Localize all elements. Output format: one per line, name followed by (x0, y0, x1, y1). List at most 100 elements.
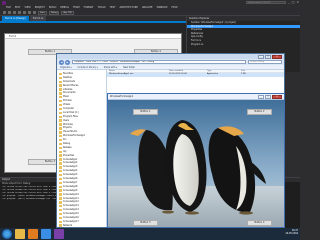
folder-icon (59, 131, 62, 134)
folder-icon (59, 150, 62, 153)
folder-icon (59, 99, 62, 103)
new-project-icon[interactable] (13, 11, 16, 14)
running-app-window: WindowsFormsApp1 _ □ × Button 1 Button 2… (107, 93, 285, 228)
menu-analyze[interactable]: ANALYZE (142, 6, 153, 9)
explorer-nav: ◀ ▶ (59, 59, 70, 65)
folder-icon (59, 107, 62, 111)
folder-icon (59, 170, 62, 173)
file-type: Application (207, 73, 219, 75)
app-button-4[interactable]: Button 4 (247, 220, 272, 226)
address-path[interactable]: Computer › Local Disk (C:) › Users › Pro… (72, 60, 246, 64)
file-row[interactable]: WindowsFormsApp1.exe 20.05.2016 16:45 Ap… (107, 73, 284, 77)
tray-date: 20.05.2016 (285, 232, 298, 235)
folder-icon (59, 138, 62, 142)
quick-launch-input[interactable]: Quick Launch (Ctrl+Q) (246, 1, 286, 4)
app-window-controls: _ □ × (258, 94, 282, 99)
folder-icon (59, 146, 62, 150)
app-title: WindowsFormsApp1 (110, 95, 134, 98)
undo-icon[interactable] (28, 11, 31, 14)
minimize-button[interactable]: _ (288, 0, 290, 4)
nav-pane-item[interactable]: Network (57, 224, 106, 227)
visual-studio-icon[interactable] (54, 229, 64, 239)
search-input[interactable]: Search Debug (248, 60, 282, 64)
maximize-button[interactable]: □ (292, 0, 295, 4)
explorer-window-controls: _ □ × (258, 54, 282, 59)
explorer-minimize-button[interactable]: _ (258, 54, 264, 59)
file-date: 20.05.2016 16:45 (169, 73, 187, 75)
folder-icon (59, 80, 62, 83)
file-name: WindowsFormsApp1.exe (109, 73, 134, 75)
solution-item[interactable]: Program.cs (187, 43, 300, 47)
configuration-select[interactable]: Debug (48, 10, 60, 15)
folder-icon (59, 201, 62, 204)
close-button[interactable]: × (296, 0, 299, 4)
folder-icon (59, 185, 62, 188)
forward-button[interactable]: ▶ (65, 59, 70, 65)
menu-team[interactable]: TEAM (73, 6, 80, 9)
media-icon[interactable] (28, 229, 38, 239)
column-type[interactable]: Type (207, 70, 241, 72)
folder-icon (59, 158, 62, 161)
folder-icon (59, 84, 62, 87)
menu-view[interactable]: VIEW (24, 6, 30, 9)
menu-test[interactable]: TEST (110, 6, 116, 9)
menu-build[interactable]: BUILD (49, 6, 56, 9)
app-close-button[interactable]: × (272, 94, 282, 99)
start-button[interactable]: Start (38, 10, 47, 15)
folder-icon (59, 220, 62, 223)
menu-architecture[interactable]: ARCHITECTURE (120, 6, 138, 9)
back-button[interactable]: ◀ (59, 59, 64, 65)
redo-icon[interactable] (33, 11, 36, 14)
menu-window[interactable]: WINDOW (157, 6, 168, 9)
folder-icon (59, 92, 62, 95)
tray-clock[interactable]: 16:47 20.05.2016 (285, 229, 298, 235)
navigation-pane[interactable]: Favorites Desktop Downloads Recent Places Li… (57, 70, 107, 227)
designer-form-title: Form1 (5, 34, 181, 39)
save-icon[interactable] (23, 11, 26, 14)
app-minimize-button[interactable]: _ (258, 94, 264, 99)
folder-icon (59, 127, 62, 130)
vs-window-controls: _ □ × (288, 0, 299, 4)
start-orb-icon[interactable] (2, 229, 12, 239)
menu-debug[interactable]: DEBUG (60, 6, 69, 9)
folder-icon (59, 76, 62, 80)
menu-project[interactable]: PROJECT (35, 6, 45, 9)
app-button-1[interactable]: Button 1 (133, 109, 158, 115)
folder-icon (59, 224, 62, 227)
folder-icon (59, 197, 62, 200)
browser-icon[interactable] (41, 229, 51, 239)
folder-icon (59, 142, 62, 146)
taskbar: 16:47 20.05.2016 (0, 228, 300, 240)
include-in-library-button[interactable]: Include in library ▾ (78, 66, 98, 69)
folder-icon (59, 103, 62, 107)
menu-format[interactable]: FORMAT (84, 6, 94, 9)
explorer-maximize-button[interactable]: □ (265, 54, 271, 59)
column-name[interactable]: Name (107, 70, 169, 72)
new-folder-button[interactable]: New folder (123, 66, 135, 69)
app-client-area: Button 1 Button 2 Button 3 Button 4 (108, 100, 284, 227)
platform-select[interactable]: Any CPU (61, 10, 74, 15)
penguins-background-image (108, 100, 284, 227)
explorer-icon[interactable] (15, 229, 25, 239)
file-size: 9 KB (241, 73, 246, 75)
organize-button[interactable]: Organize ▾ (60, 66, 72, 69)
column-date[interactable]: Date modified (169, 70, 207, 72)
folder-icon (59, 205, 62, 208)
share-with-button[interactable]: Share with ▾ (104, 66, 117, 69)
column-size[interactable]: Size (241, 70, 261, 72)
app-button-3[interactable]: Button 3 (133, 220, 158, 226)
back-icon[interactable] (3, 11, 6, 14)
menu-tools[interactable]: TOOLS (97, 6, 105, 9)
menu-help[interactable]: HELP (172, 6, 178, 9)
menu-edit[interactable]: EDIT (15, 6, 21, 9)
menu-file[interactable]: FILE (6, 6, 11, 9)
folder-icon (59, 123, 62, 126)
open-icon[interactable] (18, 11, 21, 14)
app-maximize-button[interactable]: □ (265, 94, 271, 99)
forward-icon[interactable] (8, 11, 11, 14)
app-button-2[interactable]: Button 2 (247, 109, 272, 115)
folder-icon (59, 162, 62, 165)
folder-icon (59, 181, 62, 185)
folder-icon (59, 119, 62, 122)
explorer-close-button[interactable]: × (272, 54, 282, 59)
